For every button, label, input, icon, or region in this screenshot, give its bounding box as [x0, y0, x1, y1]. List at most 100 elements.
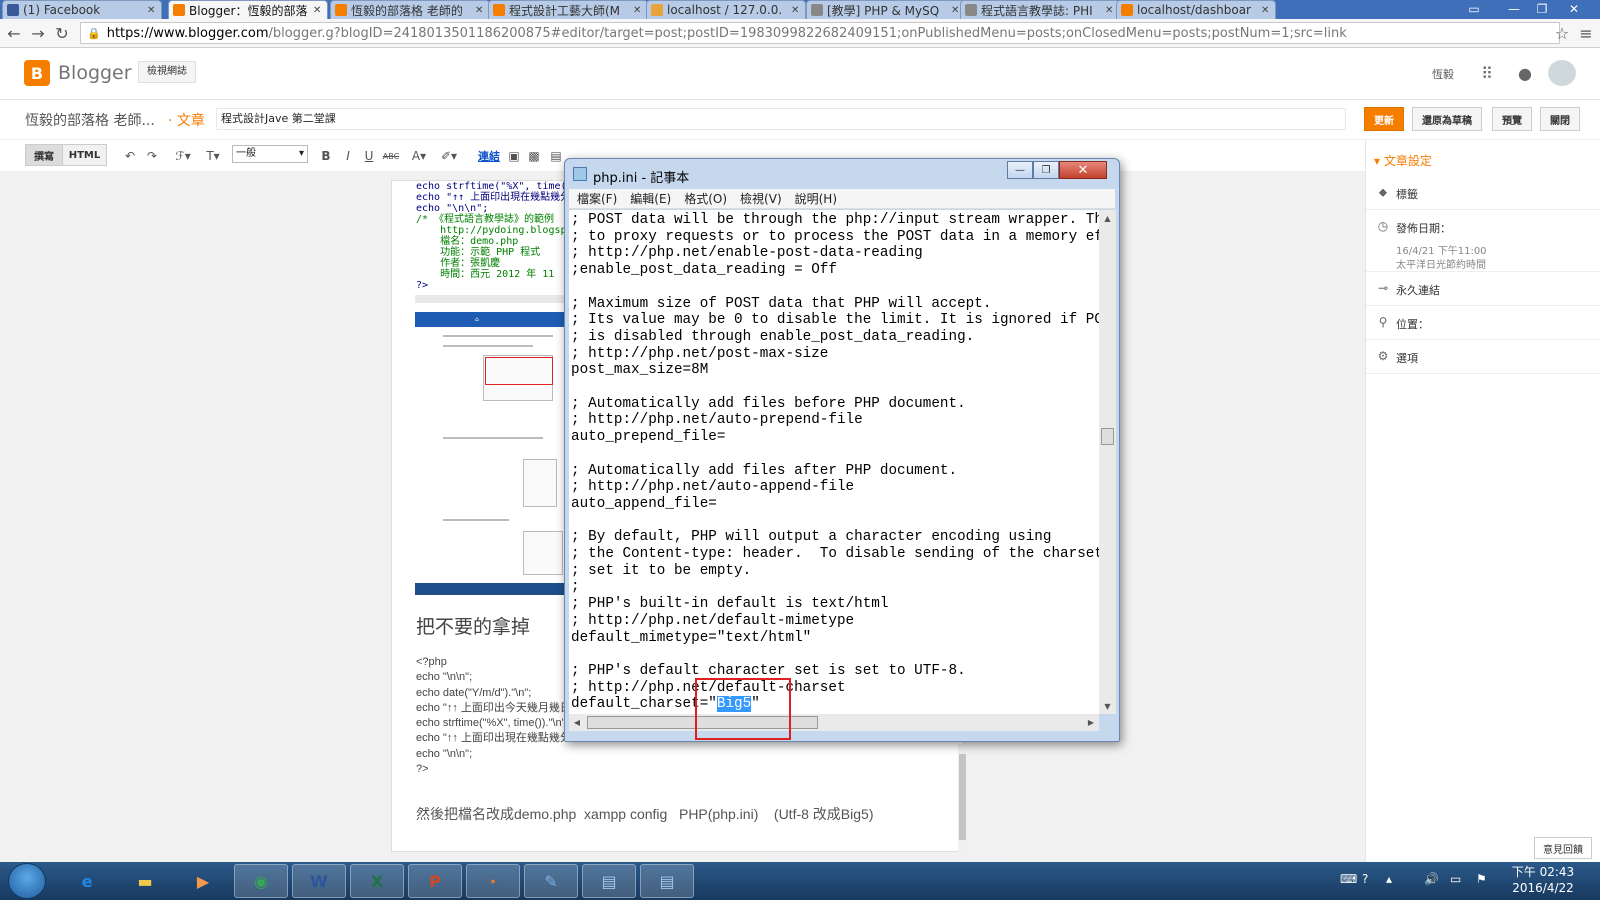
tab-close-icon[interactable]: ✕ [791, 5, 801, 16]
sidebar-item-location[interactable]: ⚲ 位置： [1366, 306, 1600, 340]
apps-grid-icon[interactable]: ⠿ [1476, 62, 1498, 84]
post-settings-title[interactable]: ▾ 文章設定 [1374, 152, 1432, 169]
revert-to-draft-button[interactable]: 還原為草稿 [1412, 107, 1482, 131]
insert-image-icon[interactable]: ▣ [507, 147, 521, 165]
notepad-menu-item[interactable]: 格式(O) [684, 190, 727, 207]
blogger-logo-text[interactable]: Blogger [58, 62, 132, 84]
notepad-titlebar[interactable]: php.ini - 記事本 — ❐ ✕ [565, 159, 1119, 191]
volume-icon[interactable]: 🔊 [1424, 872, 1439, 886]
reload-icon[interactable]: ↻ [52, 23, 72, 43]
scroll-left-icon[interactable]: ◀ [569, 714, 585, 731]
jump-break-icon[interactable]: ▤ [549, 147, 563, 165]
tab-close-icon[interactable]: ✕ [633, 5, 643, 16]
browser-tab[interactable]: localhost/dashboar ✕ [1116, 0, 1276, 19]
feedback-button[interactable]: 意見回饋 [1534, 837, 1592, 859]
tab-close-icon[interactable]: ✕ [1261, 5, 1271, 16]
format-select[interactable]: 一般 ▾ [232, 145, 308, 163]
system-clock[interactable]: 下午 02:43 2016/4/22 [1505, 864, 1581, 896]
notepad-window[interactable]: php.ini - 記事本 — ❐ ✕ 檔案(F) 編輯(E) 格式(O) 檢視(V)… [564, 158, 1120, 742]
keyboard-icon[interactable]: ⌨ [1340, 872, 1357, 886]
sidebar-item-permalink[interactable]: ⊸ 永久連結 [1366, 272, 1600, 306]
close-button[interactable]: 關閉 [1540, 107, 1580, 131]
chrome-menu-icon[interactable]: ≡ [1576, 23, 1596, 43]
taskbar-app[interactable]: ✎ [524, 864, 578, 898]
link-button[interactable]: 連結 [477, 147, 501, 165]
breadcrumb[interactable]: · 文章 [168, 110, 205, 130]
show-hidden-icons-icon[interactable]: ▴ [1386, 872, 1392, 886]
browser-tab[interactable]: 程式設計工藝大師(M ✕ [488, 0, 648, 19]
scroll-right-icon[interactable]: ▶ [1083, 714, 1099, 731]
notepad-vertical-scrollbar[interactable]: ▲ ▼ [1099, 210, 1116, 714]
browser-tab[interactable]: Blogger：恆毅的部落 ✕ [168, 0, 328, 19]
notepad-vscroll-thumb[interactable] [1101, 428, 1114, 445]
notepad-menu-item[interactable]: 說明(H) [795, 190, 837, 207]
tab-close-icon[interactable]: ✕ [313, 5, 323, 16]
strikethrough-icon[interactable]: ABC [383, 147, 399, 165]
taskbar-app[interactable]: ▶ [176, 864, 230, 898]
undo-icon[interactable]: ↶ [122, 147, 138, 165]
start-button[interactable] [8, 863, 46, 899]
italic-icon[interactable]: I [342, 147, 354, 165]
tab-close-icon[interactable]: ✕ [1105, 5, 1115, 16]
text-color-icon[interactable]: A▾ [408, 147, 430, 165]
editor-scrollbar-thumb[interactable] [959, 754, 966, 840]
user-profile-button[interactable]: ▭ [1460, 0, 1488, 18]
notepad-close-button[interactable]: ✕ [1059, 161, 1107, 179]
browser-tab[interactable]: 恆毅的部落格 老師的 ✕ [330, 0, 490, 19]
update-button[interactable]: 更新 [1364, 107, 1404, 131]
avatar[interactable] [1548, 60, 1576, 86]
tab-close-icon[interactable]: ✕ [475, 5, 485, 16]
taskbar-app[interactable]: ꞏ [466, 864, 520, 898]
scroll-up-icon[interactable]: ▲ [1099, 210, 1116, 226]
blogger-logo-icon[interactable]: B [24, 60, 50, 86]
user-name[interactable]: 恆毅 [1432, 66, 1454, 82]
taskbar-app[interactable]: ▤ [640, 864, 694, 898]
post-title-input[interactable]: 程式設計Jave 第二堂課 [216, 108, 1346, 130]
font-size-icon[interactable]: T▾ [200, 147, 226, 165]
notepad-maximize-button[interactable]: ❐ [1033, 161, 1059, 179]
taskbar-app[interactable]: ▤ [582, 864, 636, 898]
minimize-button[interactable]: — [1500, 0, 1528, 18]
maximize-button[interactable]: ❐ [1528, 0, 1556, 18]
insert-video-icon[interactable]: ▩ [527, 147, 541, 165]
browser-tab[interactable]: [教學] PHP & MySQ ✕ [806, 0, 966, 19]
bold-icon[interactable]: B [320, 147, 332, 165]
help-icon[interactable]: ? [1362, 872, 1368, 886]
action-center-icon[interactable]: ⚑ [1476, 872, 1487, 886]
sidebar-item-labels[interactable]: ⬥ 標籤 [1366, 176, 1600, 210]
tab-close-icon[interactable]: ✕ [147, 5, 157, 16]
taskbar-app[interactable]: e [60, 864, 114, 898]
html-mode-button[interactable]: HTML [62, 144, 107, 166]
notepad-text-area[interactable]: ; POST data will be through the php://in… [569, 210, 1099, 714]
highlight-icon[interactable]: ✐▾ [438, 147, 460, 165]
taskbar-app[interactable]: ▬ [118, 864, 172, 898]
font-family-icon[interactable]: ℱ▾ [172, 147, 194, 165]
underline-icon[interactable]: U [363, 147, 375, 165]
taskbar-app[interactable]: P [408, 864, 462, 898]
blog-title[interactable]: 恆毅的部落格 老師... [25, 110, 155, 130]
taskbar-app[interactable]: W [292, 864, 346, 898]
compose-mode-button[interactable]: 撰寫 [25, 144, 63, 166]
preview-button[interactable]: 預覽 [1492, 107, 1532, 131]
notepad-menu-item[interactable]: 檢視(V) [740, 190, 782, 207]
notifications-icon[interactable]: ● [1514, 62, 1536, 84]
scroll-down-icon[interactable]: ▼ [1099, 698, 1116, 714]
editor-scrollbar[interactable] [958, 744, 967, 852]
bookmark-star-icon[interactable]: ☆ [1552, 23, 1572, 43]
sidebar-item-options[interactable]: ⚙ 選項 [1366, 340, 1600, 374]
embedded-screenshot[interactable]: ⌂ [415, 295, 567, 595]
window-close-button[interactable]: ✕ [1560, 0, 1588, 18]
browser-tab[interactable]: localhost / 127.0.0. ✕ [646, 0, 806, 19]
taskbar-app[interactable]: ◉ [234, 864, 288, 898]
browser-tab[interactable]: 程式語言教學誌: PHI ✕ [960, 0, 1120, 19]
notepad-menu-item[interactable]: 編輯(E) [630, 190, 671, 207]
network-icon[interactable]: ▭ [1450, 872, 1461, 886]
view-blog-button[interactable]: 檢視網誌 [138, 61, 196, 83]
notepad-minimize-button[interactable]: — [1007, 161, 1033, 179]
browser-tab[interactable]: (1) Facebook ✕ [2, 0, 162, 19]
redo-icon[interactable]: ↷ [144, 147, 160, 165]
notepad-horizontal-scrollbar[interactable]: ◀ ▶ [569, 714, 1099, 731]
sidebar-item-publish-date[interactable]: ◷ 發佈日期： 16/4/21 下午11:00 太平洋日光節約時間 [1366, 210, 1600, 272]
url-field[interactable]: 🔒 https://www.blogger.com/blogger.g?blog… [80, 22, 1560, 44]
back-arrow-icon[interactable]: ← [4, 23, 24, 43]
